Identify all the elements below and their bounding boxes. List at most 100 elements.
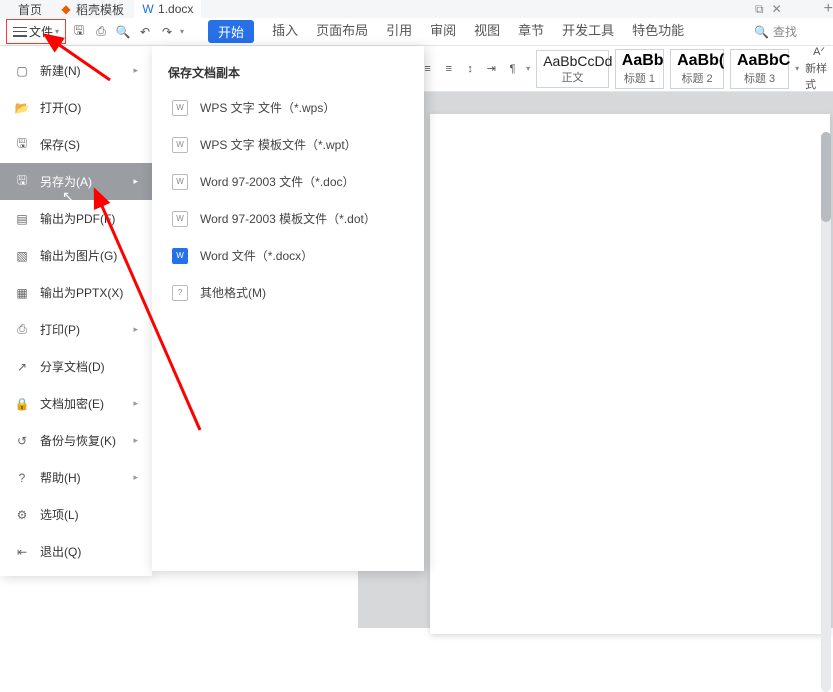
word-doc-icon: W [142, 3, 154, 15]
file-menu-dropdown: ▢ 新建(N) ▸ 📂 打开(O) 🖫 保存(S) 🖫 另存为(A) ▸ ▤ 输… [0, 46, 152, 576]
hamburger-icon [13, 27, 27, 37]
backup-icon: ↺ [14, 433, 30, 449]
close-tab-icon[interactable]: ✕ [772, 2, 782, 17]
menu-item-share[interactable]: ↗ 分享文档(D) [0, 348, 152, 385]
menu-item-options[interactable]: ⚙ 选项(L) [0, 496, 152, 533]
ribbon-tab-special[interactable]: 特色功能 [632, 20, 684, 43]
folder-open-icon: 📂 [14, 100, 30, 116]
menu-item-export-pdf-label: 输出为PDF(F) [40, 210, 115, 227]
window-mode-icon[interactable]: ⧉ [755, 2, 764, 17]
menu-item-new[interactable]: ▢ 新建(N) ▸ [0, 52, 152, 89]
ribbon-tab-view[interactable]: 视图 [474, 20, 500, 43]
menu-item-backup[interactable]: ↺ 备份与恢复(K) ▸ [0, 422, 152, 459]
menu-item-print-label: 打印(P) [40, 321, 80, 338]
ribbon-tab-start[interactable]: 开始 [208, 20, 254, 43]
submenu-item-dot[interactable]: W Word 97-2003 模板文件（*.dot） [152, 200, 424, 237]
submenu-item-wps-label: WPS 文字 文件（*.wps） [200, 99, 335, 116]
style-heading3-preview: AaBbC [737, 52, 782, 70]
help-icon: ? [14, 470, 30, 486]
qat-dropdown-icon[interactable]: ▾ [180, 27, 184, 36]
file-menu-button[interactable]: 文件 ▾ [6, 19, 66, 44]
tab-document[interactable]: W 1.docx [134, 0, 201, 18]
style-heading3[interactable]: AaBbC 标题 3 [730, 49, 789, 89]
submenu-arrow-icon: ▸ [133, 65, 138, 76]
menu-item-exit-label: 退出(Q) [40, 543, 81, 560]
menu-item-help-label: 帮助(H) [40, 469, 81, 486]
file-menu-label: 文件 [29, 23, 53, 40]
qat-preview-icon[interactable]: 🔍 [114, 23, 132, 41]
ribbon-tab-page-layout[interactable]: 页面布局 [316, 20, 368, 43]
lock-icon: 🔒 [14, 396, 30, 412]
document-page[interactable] [430, 114, 830, 634]
indent-icon[interactable]: ⇥ [484, 60, 499, 78]
line-spacing-icon[interactable]: ↕ [462, 60, 477, 78]
new-style-button[interactable]: Aᐟ 新样式 [805, 46, 833, 92]
style-heading2[interactable]: AaBb( 标题 2 [670, 49, 724, 89]
ribbon-dropdown-icon[interactable]: ▾ [526, 64, 530, 73]
file-wpt-icon: W [172, 137, 188, 153]
menu-item-save[interactable]: 🖫 保存(S) [0, 126, 152, 163]
ribbon-tab-insert[interactable]: 插入 [272, 20, 298, 43]
styles-dropdown-icon[interactable]: ▾ [795, 64, 799, 73]
document-tabs-bar: 首页 ◆ 稻壳模板 W 1.docx ⧉ ✕ + [0, 0, 833, 18]
qat-save-icon[interactable]: 🖫 [70, 23, 88, 41]
submenu-title: 保存文档副本 [152, 56, 424, 89]
ribbon-tab-reference[interactable]: 引用 [386, 20, 412, 43]
menu-item-print[interactable]: ⎙ 打印(P) ▸ [0, 311, 152, 348]
file-docx-icon: W [172, 248, 188, 264]
search-label: 查找 [773, 23, 797, 40]
file-dot-icon: W [172, 211, 188, 227]
menu-item-save-as[interactable]: 🖫 另存为(A) ▸ [0, 163, 152, 200]
menu-item-export-pdf[interactable]: ▤ 输出为PDF(F) [0, 200, 152, 237]
vertical-scrollbar[interactable] [821, 132, 831, 692]
pdf-icon: ▤ [14, 211, 30, 227]
search-icon: 🔍 [754, 25, 769, 39]
search-box[interactable]: 🔍 查找 [754, 23, 827, 40]
style-heading1-label: 标题 1 [622, 70, 657, 86]
menu-item-export-pptx-label: 输出为PPTX(X) [40, 284, 123, 301]
new-style-label: 新样式 [805, 60, 833, 92]
align-center-icon[interactable]: ≡ [441, 60, 456, 78]
style-heading3-label: 标题 3 [737, 70, 782, 86]
ribbon-tab-chapter[interactable]: 章节 [518, 20, 544, 43]
submenu-item-other-label: 其他格式(M) [200, 284, 266, 301]
menu-item-encrypt-label: 文档加密(E) [40, 395, 104, 412]
tab-home-label: 首页 [18, 1, 42, 18]
submenu-item-wps[interactable]: W WPS 文字 文件（*.wps） [152, 89, 424, 126]
tab-home[interactable]: 首页 [10, 0, 50, 20]
submenu-item-doc-label: Word 97-2003 文件（*.doc） [200, 173, 355, 190]
paragraph-icon[interactable]: ¶ [505, 60, 520, 78]
submenu-item-other[interactable]: ? 其他格式(M) [152, 274, 424, 311]
style-heading1[interactable]: AaBb 标题 1 [615, 49, 664, 89]
menu-item-export-image[interactable]: ▧ 输出为图片(G) [0, 237, 152, 274]
qat-undo-icon[interactable]: ↶ [136, 23, 154, 41]
style-heading1-preview: AaBb [622, 52, 657, 70]
submenu-item-wpt[interactable]: W WPS 文字 模板文件（*.wpt） [152, 126, 424, 163]
submenu-arrow-icon: ▸ [133, 324, 138, 335]
menu-item-encrypt[interactable]: 🔒 文档加密(E) ▸ [0, 385, 152, 422]
menu-item-backup-label: 备份与恢复(K) [40, 432, 116, 449]
ribbon-tab-devtools[interactable]: 开发工具 [562, 20, 614, 43]
new-tab-button[interactable]: + [824, 0, 833, 18]
file-other-icon: ? [172, 285, 188, 301]
style-normal[interactable]: AaBbCcDd 正文 [536, 50, 609, 88]
image-icon: ▧ [14, 248, 30, 264]
tab-template[interactable]: ◆ 稻壳模板 [52, 0, 132, 20]
qat-redo-icon[interactable]: ↷ [158, 23, 176, 41]
menu-item-share-label: 分享文档(D) [40, 358, 105, 375]
scroll-thumb[interactable] [821, 132, 831, 222]
menu-item-export-pptx[interactable]: ▦ 输出为PPTX(X) [0, 274, 152, 311]
menu-item-help[interactable]: ? 帮助(H) ▸ [0, 459, 152, 496]
qat-print-icon[interactable]: ⎙ [92, 23, 110, 41]
menu-item-options-label: 选项(L) [40, 506, 79, 523]
submenu-item-doc[interactable]: W Word 97-2003 文件（*.doc） [152, 163, 424, 200]
menu-item-open[interactable]: 📂 打开(O) [0, 89, 152, 126]
submenu-arrow-icon: ▸ [133, 398, 138, 409]
menu-item-open-label: 打开(O) [40, 99, 81, 116]
tab-document-label: 1.docx [158, 2, 193, 16]
menu-item-exit[interactable]: ⇤ 退出(Q) [0, 533, 152, 570]
submenu-item-docx[interactable]: W Word 文件（*.docx） [152, 237, 424, 274]
pptx-icon: ▦ [14, 285, 30, 301]
style-normal-label: 正文 [543, 69, 602, 85]
ribbon-tab-review[interactable]: 审阅 [430, 20, 456, 43]
